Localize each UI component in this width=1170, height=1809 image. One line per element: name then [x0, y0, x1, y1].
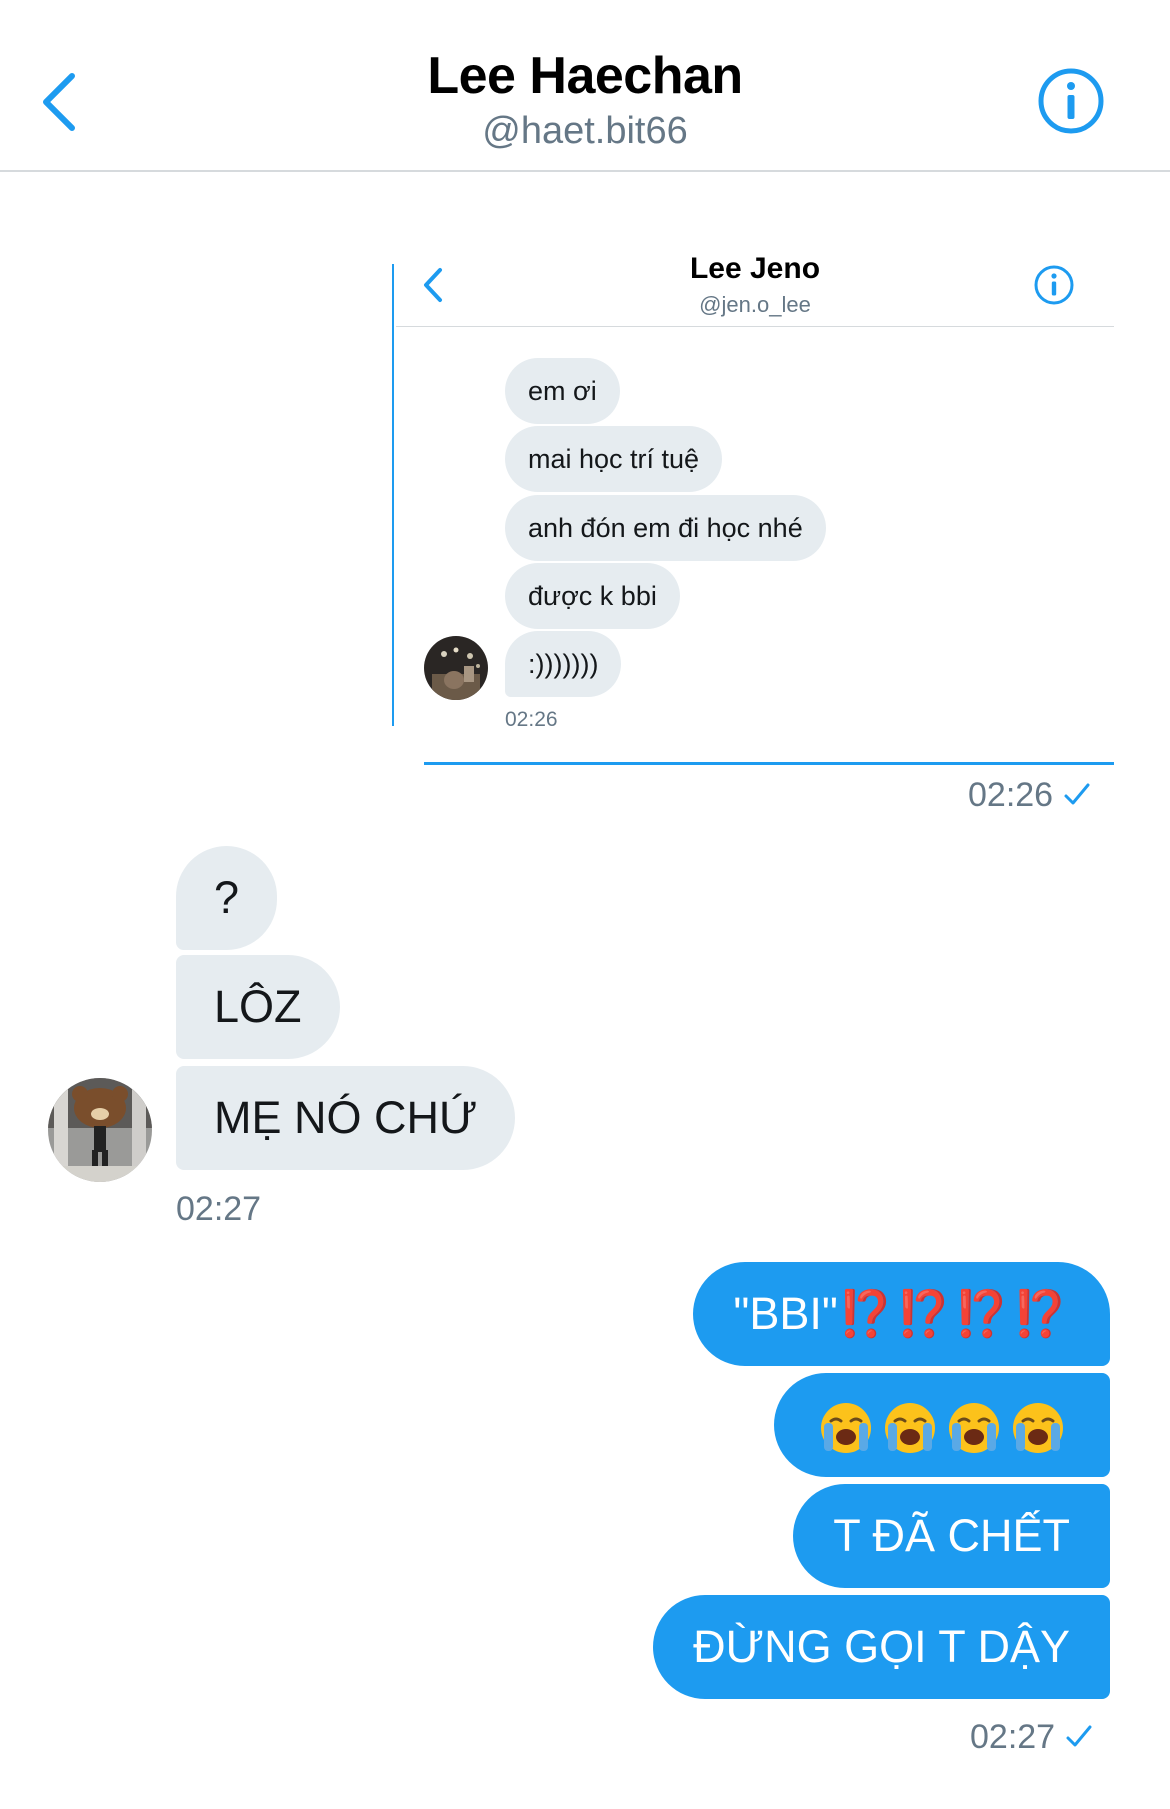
loudly-crying-face-icon — [821, 1403, 871, 1454]
shared-screenshot-border — [392, 264, 394, 726]
conversation-name[interactable]: Lee Haechan — [0, 46, 1170, 106]
sent-message-bubble[interactable]: "BBI"⁉️⁉️⁉️⁉️ — [693, 1262, 1110, 1366]
sent-message-bubble[interactable]: ĐỪNG GỌI T DẬY — [653, 1595, 1110, 1699]
shared-timestamp: 02:26 — [505, 708, 558, 731]
sent-message-text: "BBI" — [733, 1288, 838, 1339]
received-message-bubble[interactable]: ? — [176, 846, 278, 950]
received-message-bubble[interactable]: LÔZ — [176, 955, 340, 1059]
read-check-icon — [1065, 1718, 1093, 1757]
received-timestamp: 02:27 — [176, 1190, 262, 1228]
shared-message-bubble: :))))))) — [505, 631, 622, 697]
avatar[interactable] — [48, 1078, 152, 1182]
exclamation-question-marks: ⁉️⁉️⁉️⁉️ — [837, 1288, 1070, 1339]
loudly-crying-face-icon — [885, 1403, 935, 1454]
shared-avatar — [424, 636, 488, 700]
sent-timestamp: 02:27 — [970, 1718, 1093, 1757]
read-check-icon — [1063, 776, 1091, 815]
sent-emoji-bubble[interactable] — [774, 1373, 1110, 1477]
timestamp-text: 02:26 — [968, 776, 1054, 814]
timestamp-text: 02:27 — [970, 1718, 1056, 1756]
shared-info-icon — [1033, 264, 1075, 306]
shared-message-bubble: anh đón em đi học nhé — [505, 495, 826, 561]
sent-message-bubble[interactable]: T ĐÃ CHẾT — [793, 1484, 1110, 1588]
emoji-row — [814, 1399, 1070, 1454]
conversation-handle[interactable]: @haet.bit66 — [0, 110, 1170, 153]
info-icon — [1038, 68, 1104, 134]
shared-message-bubble: em ơi — [505, 358, 620, 424]
shared-conversation-handle: @jen.o_lee — [699, 292, 811, 317]
loudly-crying-face-icon — [1013, 1403, 1063, 1454]
shared-screenshot-underline — [424, 762, 1114, 765]
shared-message-bubble: được k bbi — [505, 563, 680, 629]
shared-message-bubble: mai học trí tuệ — [505, 426, 723, 492]
loudly-crying-face-icon — [949, 1403, 999, 1454]
info-button[interactable] — [1036, 66, 1106, 136]
received-message-bubble[interactable]: MẸ NÓ CHỨ — [176, 1066, 516, 1170]
sent-timestamp: 02:26 — [968, 776, 1091, 815]
shared-header-divider — [396, 326, 1114, 327]
shared-conversation-name: Lee Jeno — [689, 252, 821, 285]
